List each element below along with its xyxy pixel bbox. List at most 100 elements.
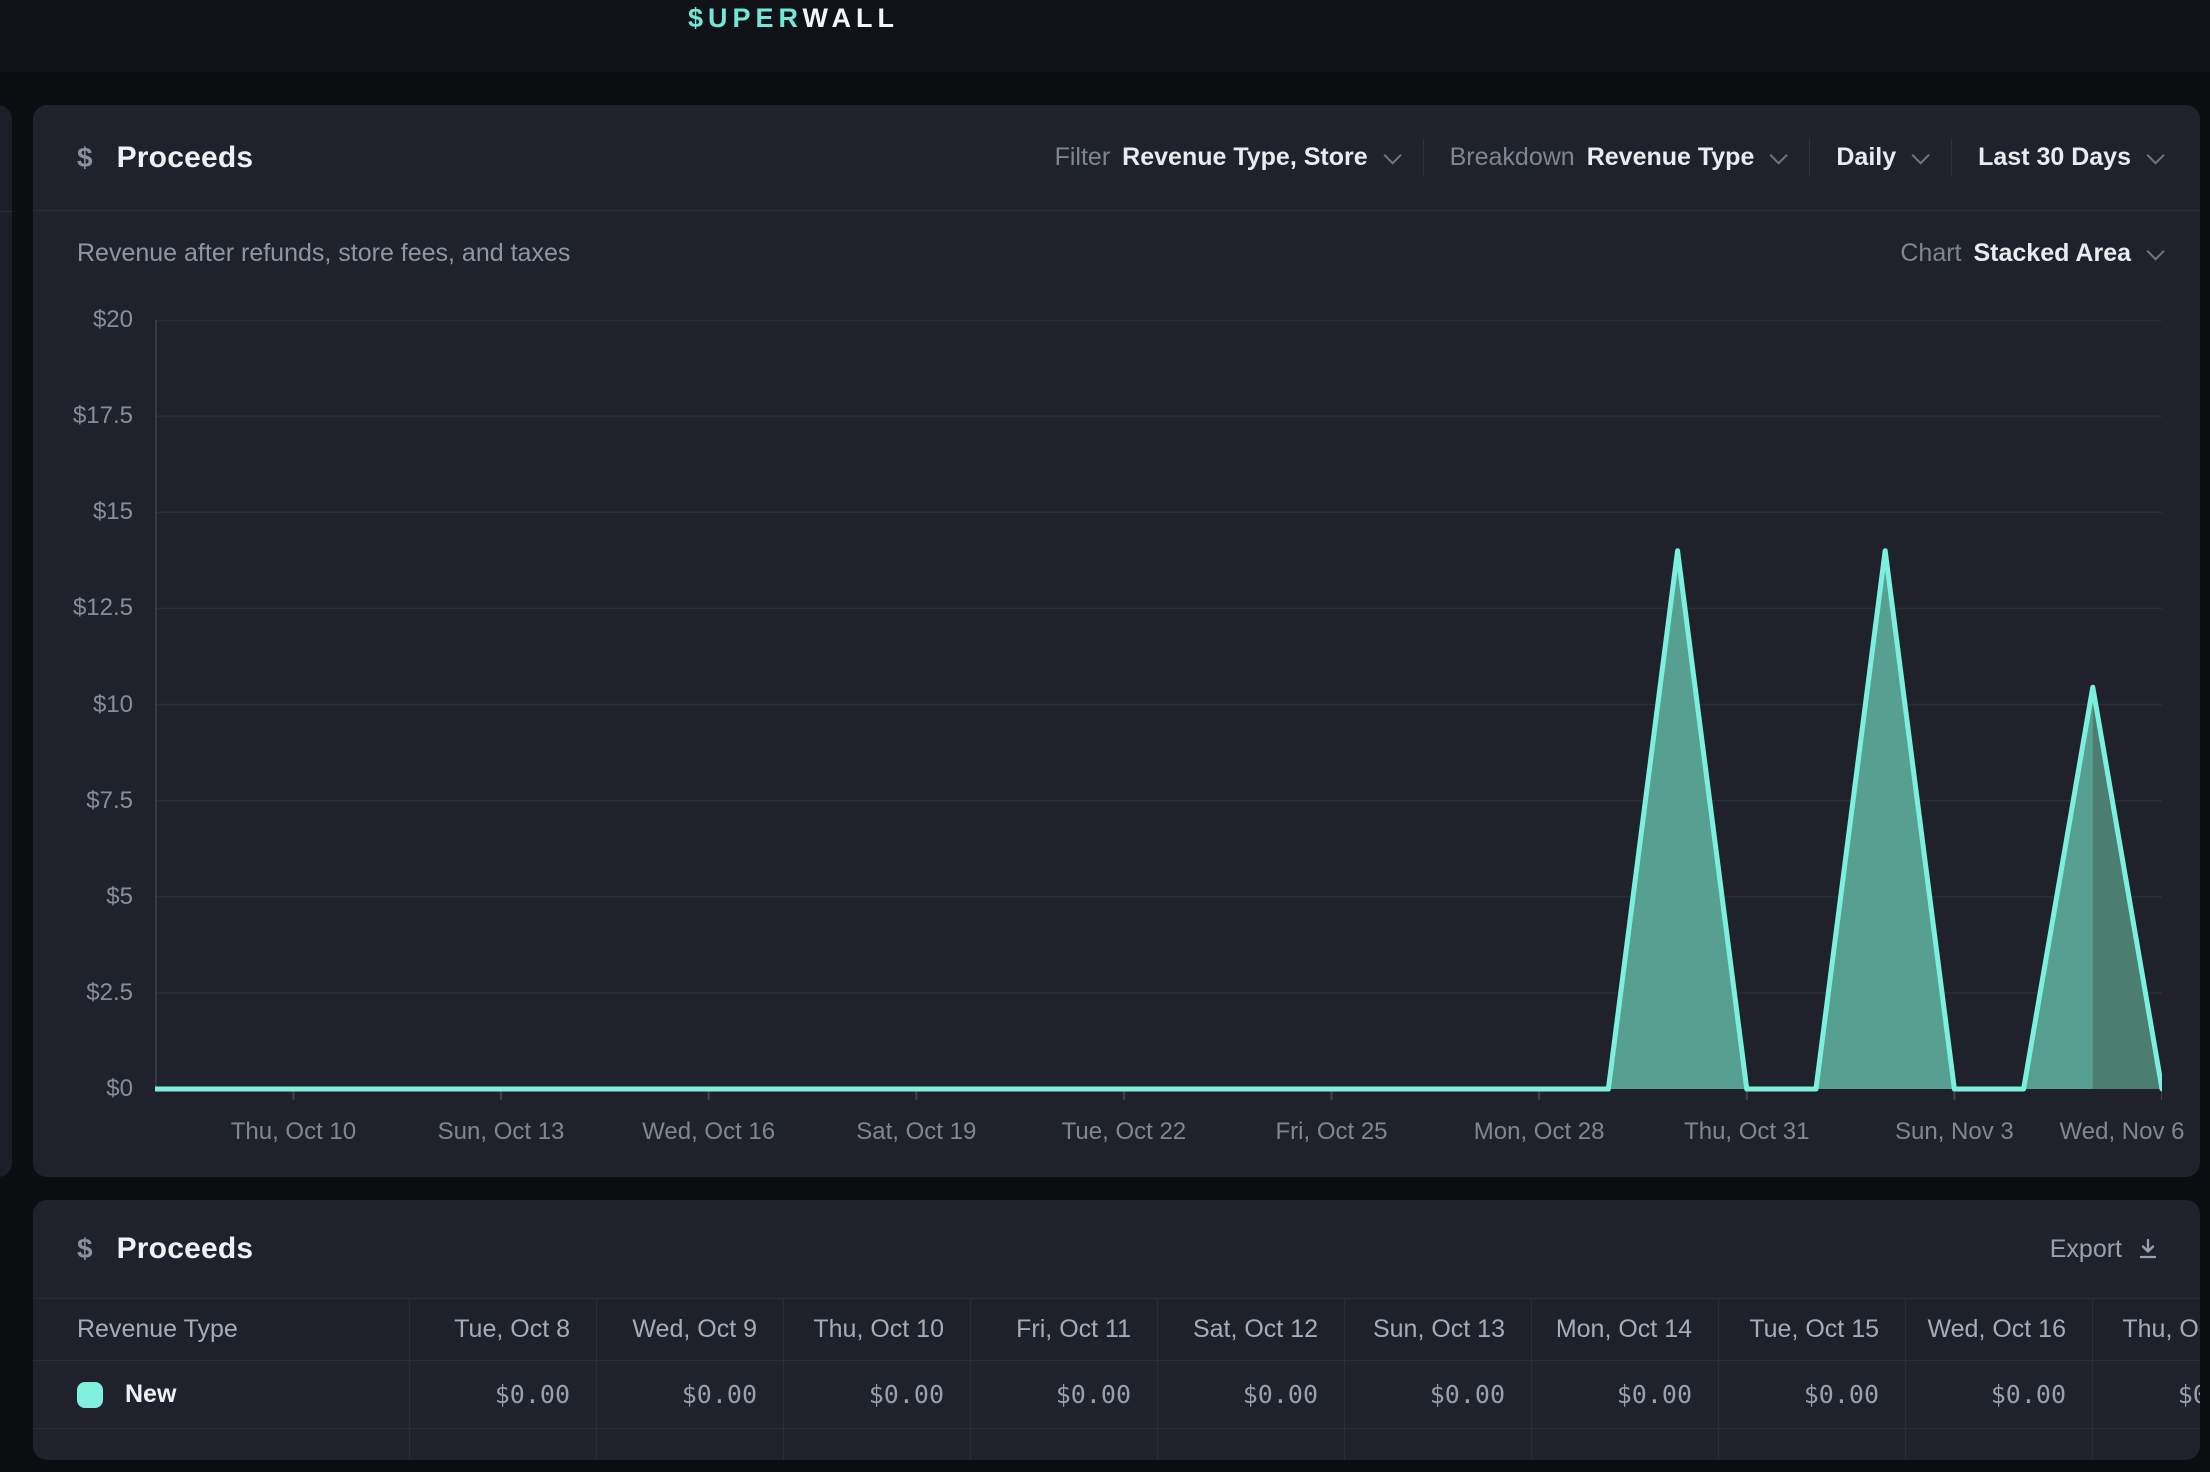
table-card-title: Proceeds (117, 1232, 254, 1266)
table-cell-partial (1531, 1429, 1718, 1460)
y-axis-label: $2.5 (33, 978, 133, 1008)
series-name: New (125, 1380, 176, 1409)
column-header-label: Wed, Oct 9 (632, 1315, 757, 1344)
value-label: $0.00 (2178, 1380, 2200, 1409)
logo-teal-part: $UPER (688, 3, 803, 33)
table-header-cell: Tue, Oct 8 (409, 1299, 596, 1360)
chart-type-label: Chart (1900, 239, 1961, 268)
table-value-cell: $0.00 (1905, 1361, 2092, 1428)
chevron-down-icon (2146, 146, 2164, 164)
x-axis-label: Tue, Oct 22 (1062, 1115, 1187, 1149)
table-cell-partial (596, 1429, 783, 1460)
value-label: $0.00 (1804, 1380, 1879, 1409)
x-axis-labels: Thu, Oct 10Sun, Oct 13Wed, Oct 16Sat, Oc… (155, 1115, 2162, 1149)
column-header-label: Sun, Oct 13 (1373, 1315, 1505, 1344)
chevron-down-icon (2146, 242, 2164, 260)
left-peek-card[interactable] (0, 105, 12, 1177)
y-axis-label: $5 (33, 882, 133, 912)
download-icon (2136, 1237, 2160, 1261)
filter-control[interactable]: Filter Revenue Type, Store (1029, 143, 1423, 172)
column-header-label: Mon, Oct 14 (1556, 1315, 1692, 1344)
table-cell-partial (33, 1429, 409, 1460)
table-value-cell: $0.00 (1531, 1361, 1718, 1428)
table-row: Revenue Type Tue, Oct 8 Wed, Oct 9 Thu, Oct… (33, 1299, 2200, 1361)
date-range-control[interactable]: Last 30 Days (1952, 143, 2160, 172)
table-header-cell: Wed, Oct 9 (596, 1299, 783, 1360)
value-label: $0.00 (1430, 1380, 1505, 1409)
table-value-cell: $0.00 (1157, 1361, 1344, 1428)
value-label: $0.00 (1243, 1380, 1318, 1409)
table-header-cell: Sun, Oct 13 (1344, 1299, 1531, 1360)
granularity-value: Daily (1836, 143, 1896, 172)
table-cell-partial (2092, 1429, 2200, 1460)
dollar-icon: $ (77, 142, 93, 174)
breakdown-label: Breakdown (1450, 143, 1575, 172)
table-row (33, 1429, 2200, 1460)
column-header-label: Wed, Oct 16 (1928, 1315, 2067, 1344)
table-header-cell: Sat, Oct 12 (1157, 1299, 1344, 1360)
filter-label: Filter (1055, 143, 1111, 172)
table-cell-partial (1718, 1429, 1905, 1460)
revenue-type-row: New $0.00 $0.00 $0.00 $0.00 $0.00 $0.00 $0.00 $0… (33, 1361, 2200, 1429)
x-axis-label: Fri, Oct 25 (1276, 1115, 1388, 1149)
y-axis-label: $10 (33, 690, 133, 720)
x-axis-label: Sun, Nov 3 (1895, 1115, 2014, 1149)
breakdown-value: Revenue Type (1587, 143, 1755, 172)
chart-card-title: Proceeds (117, 141, 254, 175)
superwall-logo[interactable]: $UPERWALL (688, 2, 899, 34)
column-header-label: Sat, Oct 12 (1193, 1315, 1318, 1344)
logo-white-part: WALL (803, 3, 899, 33)
column-header-label: Tue, Oct 8 (454, 1315, 570, 1344)
column-header-label: Tue, Oct 15 (1749, 1315, 1879, 1344)
column-header-label: Fri, Oct 11 (1016, 1315, 1131, 1344)
table-value-cell: $0.00 (1718, 1361, 1905, 1428)
date-range-value: Last 30 Days (1978, 143, 2131, 172)
export-button[interactable]: Export (2050, 1235, 2160, 1264)
table-value-cell: $0.00 (409, 1361, 596, 1428)
value-label: $0.00 (1056, 1380, 1131, 1409)
top-nav-bar: $UPERWALL (0, 0, 2210, 72)
x-axis-label: Thu, Oct 31 (1684, 1115, 1809, 1149)
table-value-cell: $0.00 (783, 1361, 970, 1428)
revenue-table: Revenue Type Tue, Oct 8 Wed, Oct 9 Thu, Oct… (33, 1298, 2200, 1460)
granularity-control[interactable]: Daily (1810, 143, 1951, 172)
column-header-label: Revenue Type (77, 1315, 238, 1344)
chart-subheader: Revenue after refunds, store fees, and t… (33, 211, 2200, 295)
x-axis-label: Wed, Oct 16 (642, 1115, 775, 1149)
table-header-cell: Revenue Type (33, 1299, 409, 1360)
table-card-header: $ Proceeds Export (33, 1200, 2200, 1298)
x-axis-label: Thu, Oct 10 (231, 1115, 356, 1149)
x-axis-label: Wed, Nov 6 (2060, 1115, 2185, 1149)
value-label: $0.00 (495, 1380, 570, 1409)
chart-type-value: Stacked Area (1974, 239, 2132, 268)
y-axis-label: $12.5 (33, 593, 133, 623)
table-header-cell: Mon, Oct 14 (1531, 1299, 1718, 1360)
series-swatch (77, 1382, 103, 1408)
table-cell-partial (1157, 1429, 1344, 1460)
table-header-cell: Fri, Oct 11 (970, 1299, 1157, 1360)
dollar-icon: $ (77, 1233, 93, 1265)
breakdown-control[interactable]: Breakdown Revenue Type (1424, 143, 1810, 172)
proceeds-table-card: $ Proceeds Export Revenue Type Tue, Oct 8… (33, 1200, 2200, 1460)
y-axis-label: $7.5 (33, 786, 133, 816)
table-cell-partial (970, 1429, 1157, 1460)
y-axis-label: $20 (33, 305, 133, 335)
chart-type-control[interactable]: Chart Stacked Area (1900, 239, 2160, 268)
chevron-down-icon (1770, 146, 1788, 164)
proceeds-chart-card: $ Proceeds Filter Revenue Type, Store Br… (33, 105, 2200, 1177)
revenue-chart: $20$17.5$15$12.5$10$7.5$5$2.5$0 Thu, Oct… (33, 320, 2200, 1177)
chart-card-header: $ Proceeds Filter Revenue Type, Store Br… (33, 105, 2200, 211)
value-label: $0.00 (682, 1380, 757, 1409)
value-label: $0.00 (1617, 1380, 1692, 1409)
left-peek-card-header (0, 105, 12, 212)
x-axis-label: Mon, Oct 28 (1474, 1115, 1605, 1149)
table-value-cell: $0.00 (1344, 1361, 1531, 1428)
y-axis-label: $17.5 (33, 401, 133, 431)
table-cell-partial (409, 1429, 596, 1460)
table-header-cell: Thu, Oct 10 (783, 1299, 970, 1360)
table-header-cell: Thu, Oct 17 (2092, 1299, 2200, 1360)
x-axis-label: Sun, Oct 13 (438, 1115, 565, 1149)
value-label: $0.00 (869, 1380, 944, 1409)
column-header-label: Thu, Oct 10 (813, 1315, 944, 1344)
chevron-down-icon (1912, 146, 1930, 164)
